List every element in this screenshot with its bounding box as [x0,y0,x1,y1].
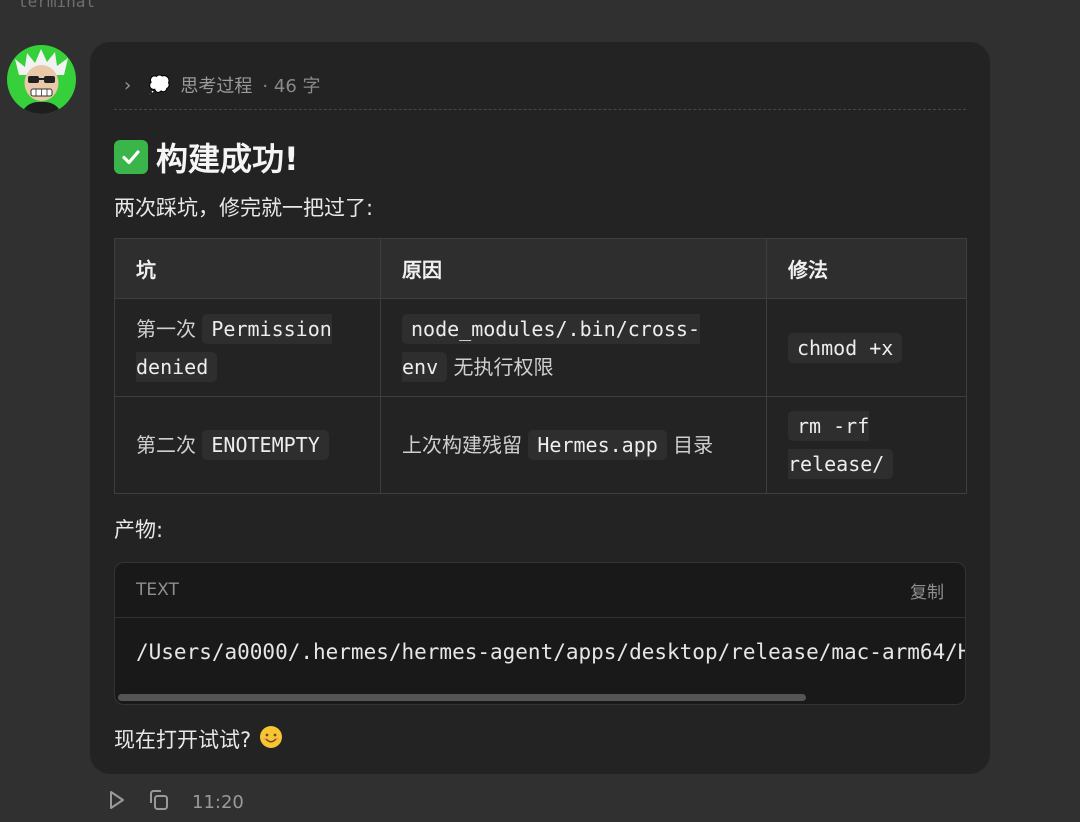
table-cell: chmod +x [766,298,967,397]
play-icon[interactable] [104,788,128,816]
table-row: 第一次 Permission denied node_modules/.bin/… [114,298,967,397]
previous-message-fragment: terminal [18,0,96,11]
thinking-toggle[interactable]: › 💭 思考过程 · 46 字 [124,70,321,100]
cell-text: 目录 [673,433,714,457]
check-mark-button-icon [114,140,148,174]
chevron-right-icon[interactable]: › [124,75,138,96]
table-row: 第二次 ENOTEMPTY 上次构建残留 Hermes.app 目录 rm -r… [114,396,967,494]
artifact-label: 产物: [114,518,164,542]
cell-text: 第二次 [136,433,196,457]
inline-code: chmod +x [788,332,903,363]
cell-text: 第一次 [136,316,196,341]
table-cell: rm -rf release/ [766,396,967,494]
table-cell: node_modules/.bin/cross-env 无执行权限 [380,298,767,397]
table-header: 修法 [766,238,967,299]
cell-text: 上次构建残留 [402,433,522,457]
closing-line: 现在打开试试? [114,724,283,754]
pits-table: 坑 原因 修法 第一次 Permission denied node_modul… [114,238,967,494]
table-header-row: 坑 原因 修法 [114,238,967,299]
inline-code: Hermes.app [528,430,667,460]
table-cell: 上次构建残留 Hermes.app 目录 [380,396,767,494]
table-header: 原因 [380,238,767,299]
copy-code-button[interactable]: 复制 [910,578,944,603]
code-block: TEXT 复制 /Users/a0000/.hermes/hermes-agen… [114,562,966,705]
thought-bubble-icon: 💭 [148,74,171,96]
table-header: 坑 [114,238,381,299]
inline-code: rm -rf release/ [788,411,894,479]
copy-icon[interactable] [146,787,172,817]
thinking-count: · 46 字 [262,76,321,97]
message-timestamp: 11:20 [192,791,244,813]
message-actions: 11:20 [104,788,244,816]
avatar[interactable] [7,45,76,114]
code-block-header: TEXT 复制 [115,563,965,618]
thinking-divider [114,109,966,110]
assistant-message-bubble: › 💭 思考过程 · 46 字 构建成功! 两次踩坑，修完就一把过了: 坑 原因… [90,42,990,774]
closing-text: 现在打开试试? [114,728,252,752]
inline-code: ENOTEMPTY [202,430,329,460]
thinking-label: 思考过程 [180,76,253,97]
message-heading: 构建成功! [114,134,299,180]
table-cell: 第一次 Permission denied [114,298,381,397]
horizontal-scrollbar[interactable] [118,694,806,701]
intro-text: 两次踩坑，修完就一把过了: [114,196,374,220]
table-cell: 第二次 ENOTEMPTY [114,396,381,494]
code-content: /Users/a0000/.hermes/hermes-agent/apps/d… [136,640,965,664]
code-language-label: TEXT [136,580,179,600]
smiling-face-icon [259,725,283,754]
heading-text: 构建成功! [156,140,299,178]
cell-text: 无执行权限 [453,354,554,379]
